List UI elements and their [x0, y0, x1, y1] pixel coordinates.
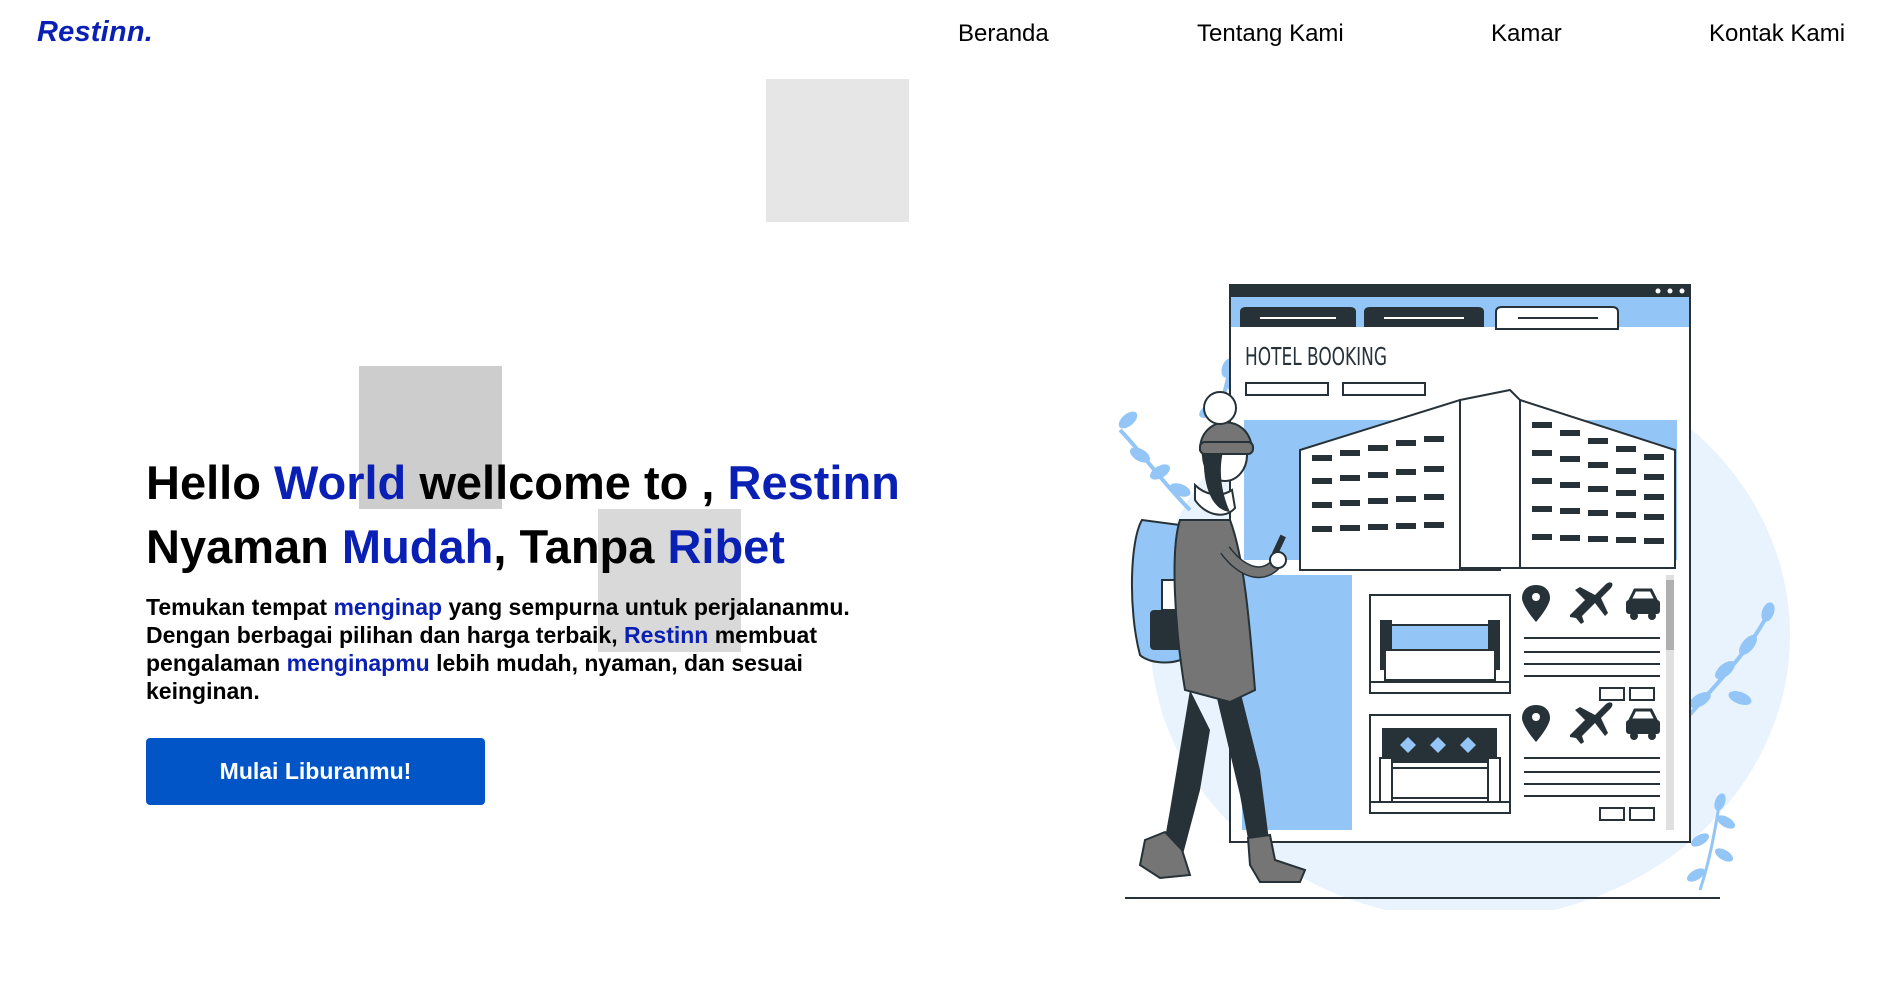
room-listing: [1369, 594, 1511, 694]
hero-description: Temukan tempat menginap yang sempurna un…: [146, 593, 906, 705]
nav-item-kamar[interactable]: Kamar: [1491, 20, 1562, 48]
desc-highlight: menginap: [333, 594, 443, 620]
hotel-booking-illustration: HOTEL BOOKING: [1118, 284, 1790, 910]
headline-text: wellcome to ,: [419, 456, 715, 509]
headline-text: , Tanpa: [493, 520, 655, 573]
decorative-square: [766, 79, 909, 222]
nav-item-beranda[interactable]: Beranda: [958, 20, 1049, 48]
desc-highlight: Restinn: [624, 622, 709, 648]
headline-highlight: World: [273, 456, 407, 509]
landing-page: Restinn. Beranda Tentang Kami Kamar Kont…: [0, 0, 1891, 993]
nav-item-tentang-kami[interactable]: Tentang Kami: [1197, 20, 1344, 48]
headline-highlight: Ribet: [667, 520, 785, 573]
headline-text: Nyaman: [146, 520, 329, 573]
headline-highlight: Mudah: [341, 520, 494, 573]
headline-highlight: Restinn: [727, 456, 900, 509]
desc-highlight: menginapmu: [286, 650, 430, 676]
desc-text: Temukan tempat: [146, 594, 328, 620]
room-listing: [1369, 714, 1511, 814]
start-vacation-button[interactable]: Mulai Liburanmu!: [146, 738, 485, 805]
hero-headline: Hello World wellcome to , Restinn Nyaman…: [146, 451, 966, 579]
hotel-booking-sign: HOTEL BOOKING: [1245, 342, 1387, 371]
nav-item-kontak-kami[interactable]: Kontak Kami: [1709, 20, 1845, 48]
main-nav: Beranda Tentang Kami Kamar Kontak Kami: [0, 20, 1891, 50]
scrollbar-thumb: [1666, 580, 1674, 650]
headline-text: Hello: [146, 456, 261, 509]
hero-section: Hello World wellcome to , Restinn Nyaman…: [146, 451, 966, 705]
